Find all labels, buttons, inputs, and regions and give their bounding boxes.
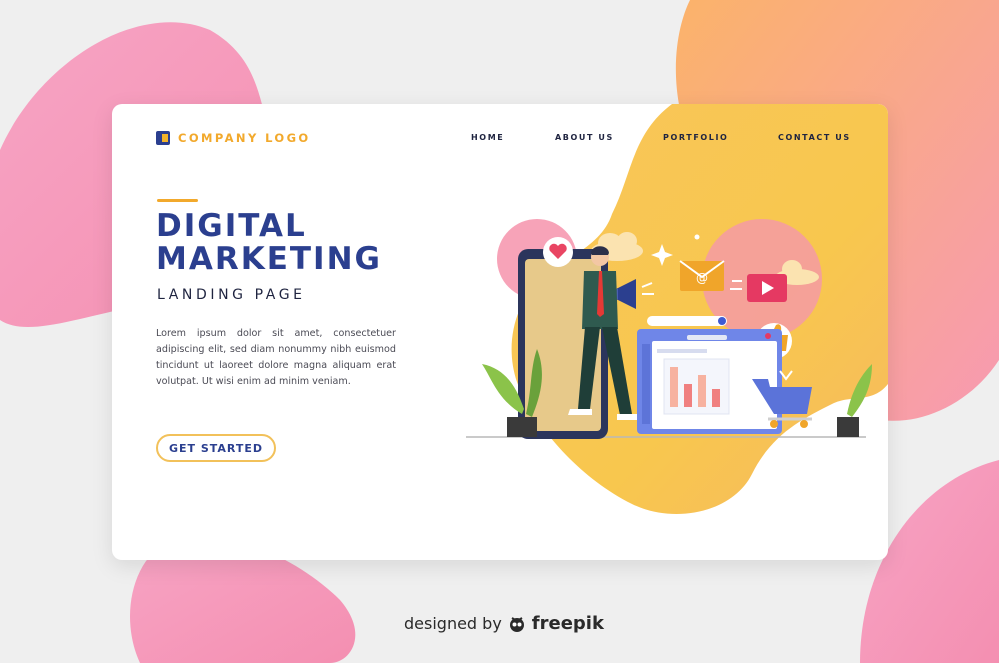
freepik-logo-icon [509, 616, 524, 632]
landing-card: COMPANY LOGO HOME ABOUT US PORTFOLIO CON… [112, 104, 888, 560]
nav-about-us[interactable]: ABOUT US [555, 133, 614, 142]
nav-contact-us[interactable]: CONTACT US [778, 133, 851, 142]
credit-prefix: designed by [404, 614, 502, 633]
sparkle-dot [493, 311, 499, 317]
search-bar [647, 316, 727, 326]
hero-title: DIGITAL MARKETING [156, 210, 382, 276]
designer-credit: designed by freepik [404, 613, 604, 634]
window-close-dot [765, 333, 771, 339]
bar-chart-icon [663, 358, 730, 415]
plant-right-icon [837, 364, 872, 437]
credit-brand: freepik [531, 613, 604, 634]
logo-text: COMPANY LOGO [178, 131, 311, 145]
company-logo[interactable]: COMPANY LOGO [156, 131, 311, 145]
hero-body-text: Lorem ipsum dolor sit amet, consectetuer… [156, 328, 396, 387]
marketing-illustration: @ [466, 219, 872, 439]
sparkle-icon [651, 244, 673, 266]
sparkle-dot [694, 234, 700, 240]
email-symbol: @ [696, 271, 708, 285]
nav-portfolio[interactable]: PORTFOLIO [663, 133, 728, 142]
hero-subtitle: LANDING PAGE [157, 287, 306, 303]
get-started-button[interactable]: GET STARTED [156, 434, 276, 462]
logo-icon [156, 131, 170, 145]
title-accent-line [157, 199, 198, 202]
hero-title-line1: DIGITAL [156, 208, 307, 244]
nav-home[interactable]: HOME [471, 133, 504, 142]
hero-title-line2: MARKETING [156, 241, 382, 277]
email-icon: @ [679, 260, 725, 291]
search-icon [718, 317, 726, 325]
